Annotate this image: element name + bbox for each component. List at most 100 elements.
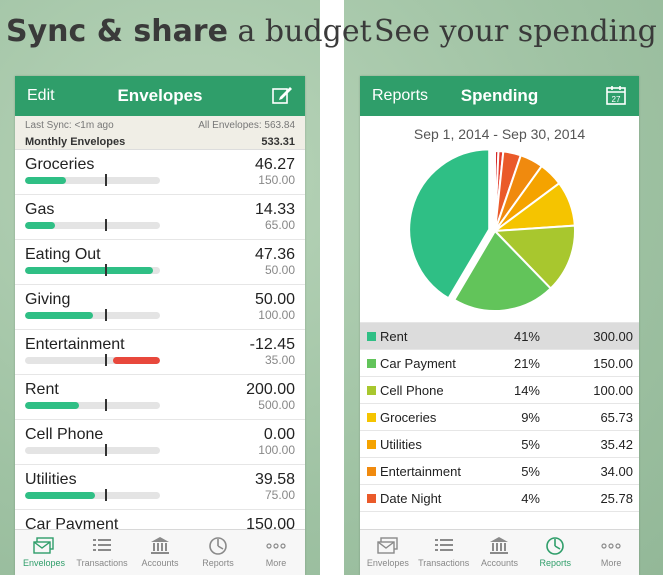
legend-name: Groceries (380, 410, 437, 425)
legend-row[interactable]: Groceries 9% 65.73 (360, 404, 639, 431)
tab-accounts[interactable]: Accounts (131, 530, 189, 575)
envelope-progress-track (25, 177, 160, 184)
tab-more[interactable]: More (247, 530, 305, 575)
legend-swatch (367, 440, 376, 449)
legend-value: 25.78 (600, 491, 633, 506)
envelope-budget: 100.00 (258, 308, 295, 322)
envelope-name: Cell Phone (25, 426, 104, 443)
tab-transactions[interactable]: Transactions (73, 530, 131, 575)
legend-swatch (367, 359, 376, 368)
tab-label: Reports (539, 558, 572, 568)
legend-percent: 41% (513, 329, 540, 344)
envelope-progress-marker (105, 354, 107, 366)
envelope-progress-marker (105, 219, 107, 231)
tab-more[interactable]: More (583, 530, 639, 575)
date-range[interactable]: Sep 1, 2014 - Sep 30, 2014 (360, 126, 639, 142)
legend-swatch (367, 332, 376, 341)
envelope-row[interactable]: Rent 200.00 500.00 (15, 375, 305, 420)
envelope-progress-track (25, 357, 160, 364)
tab-transactions[interactable]: Transactions (416, 530, 472, 575)
envelope-budget: 75.00 (264, 488, 295, 502)
legend-name: Date Night (380, 491, 442, 506)
envelope-row[interactable]: Gas 14.33 65.00 (15, 195, 305, 240)
envelope-progress-marker (105, 489, 107, 501)
envelope-amount: 0.00 (263, 426, 295, 443)
legend-value: 150.00 (593, 356, 633, 371)
envelope-progress-fill (25, 267, 153, 274)
envelope-name: Eating Out (25, 246, 101, 263)
envelope-row[interactable]: Entertainment -12.45 35.00 (15, 330, 305, 375)
envelope-row[interactable]: Eating Out 47.36 50.00 (15, 240, 305, 285)
envelope-name: Groceries (25, 156, 95, 173)
spending-screen: Reports Spending 27 Sep 1, 2014 - Sep 30… (360, 76, 639, 575)
envelope-progress-track (25, 402, 160, 409)
envelope-progress-track (25, 447, 160, 454)
bank-icon (490, 537, 509, 554)
envelope-progress-track (25, 222, 160, 229)
legend-percent: 14% (513, 383, 540, 398)
envelope-progress-marker (105, 174, 107, 186)
tab-label: Envelopes (22, 558, 66, 568)
tab-label: Envelopes (366, 558, 409, 568)
tab-bar: Envelopes Transactions Accounts Reports More (15, 529, 305, 575)
legend-swatch (367, 413, 376, 422)
envelope-row[interactable]: Giving 50.00 100.00 (15, 285, 305, 330)
legend-name: Car Payment (380, 356, 456, 371)
spending-pie-chart[interactable] (360, 146, 639, 316)
envelopes-icon (33, 537, 54, 554)
envelope-budget: 150.00 (258, 173, 295, 187)
envelope-name: Gas (25, 201, 55, 218)
envelope-progress-fill (25, 177, 66, 184)
legend-swatch (367, 467, 376, 476)
tab-reports[interactable]: Reports (527, 530, 583, 575)
tab-label: Transactions (76, 558, 128, 568)
tab-label: More (600, 558, 622, 568)
envelope-amount: 14.33 (254, 201, 295, 218)
envelope-name: Utilities (25, 471, 77, 488)
legend-row[interactable]: Date Night 4% 25.78 (360, 485, 639, 512)
envelope-row[interactable]: Utilities 39.58 75.00 (15, 465, 305, 510)
list-icon (434, 539, 453, 551)
compose-icon[interactable] (271, 84, 293, 106)
legend-swatch (367, 386, 376, 395)
envelope-progress-track (25, 312, 160, 319)
envelope-progress-track (25, 492, 160, 499)
tab-label: More (265, 558, 287, 568)
envelopes-screen: Edit Envelopes Last Sync: <1m ago All En… (15, 76, 305, 575)
more-dots-icon (601, 543, 621, 549)
legend-percent: 21% (513, 356, 540, 371)
all-envelopes-total: All Envelopes: 563.84 (198, 120, 295, 131)
legend-name: Entertainment (380, 464, 461, 479)
legend-row[interactable]: Rent 41% 300.00 (360, 323, 639, 350)
tab-label: Accounts (141, 558, 179, 568)
envelope-progress-fill (25, 492, 95, 499)
group-label: Monthly Envelopes (25, 136, 126, 148)
envelope-row[interactable]: Groceries 46.27 150.00 (15, 150, 305, 195)
legend-percent: 5% (521, 437, 540, 452)
legend-row[interactable]: Cell Phone 14% 100.00 (360, 377, 639, 404)
envelopes-icon (377, 537, 398, 554)
nav-bar: Edit Envelopes (15, 76, 305, 116)
tab-envelopes[interactable]: Envelopes (15, 530, 73, 575)
legend-value: 100.00 (593, 383, 633, 398)
envelope-budget: 35.00 (264, 353, 295, 367)
group-total: 533.31 (261, 136, 295, 148)
envelope-budget: 500.00 (258, 398, 295, 412)
headline-left: Sync & share a budget (6, 14, 372, 49)
envelope-progress-marker (105, 309, 107, 321)
envelope-row[interactable]: Cell Phone 0.00 100.00 (15, 420, 305, 465)
legend-value: 65.73 (600, 410, 633, 425)
legend-row[interactable]: Car Payment 21% 150.00 (360, 350, 639, 377)
calendar-icon[interactable]: 27 (605, 84, 627, 106)
legend-row[interactable]: Entertainment 5% 34.00 (360, 458, 639, 485)
tab-label: Accounts (480, 558, 518, 568)
tab-reports[interactable]: Reports (189, 530, 247, 575)
tab-bar: Envelopes Transactions Accounts Reports More (360, 529, 639, 575)
tab-accounts[interactable]: Accounts (472, 530, 528, 575)
envelope-budget: 100.00 (258, 443, 295, 457)
legend-row[interactable]: Utilities 5% 35.42 (360, 431, 639, 458)
envelope-progress-fill (113, 357, 160, 364)
envelope-amount: 47.36 (254, 246, 295, 263)
tab-envelopes[interactable]: Envelopes (360, 530, 416, 575)
envelope-progress-marker (105, 444, 107, 456)
